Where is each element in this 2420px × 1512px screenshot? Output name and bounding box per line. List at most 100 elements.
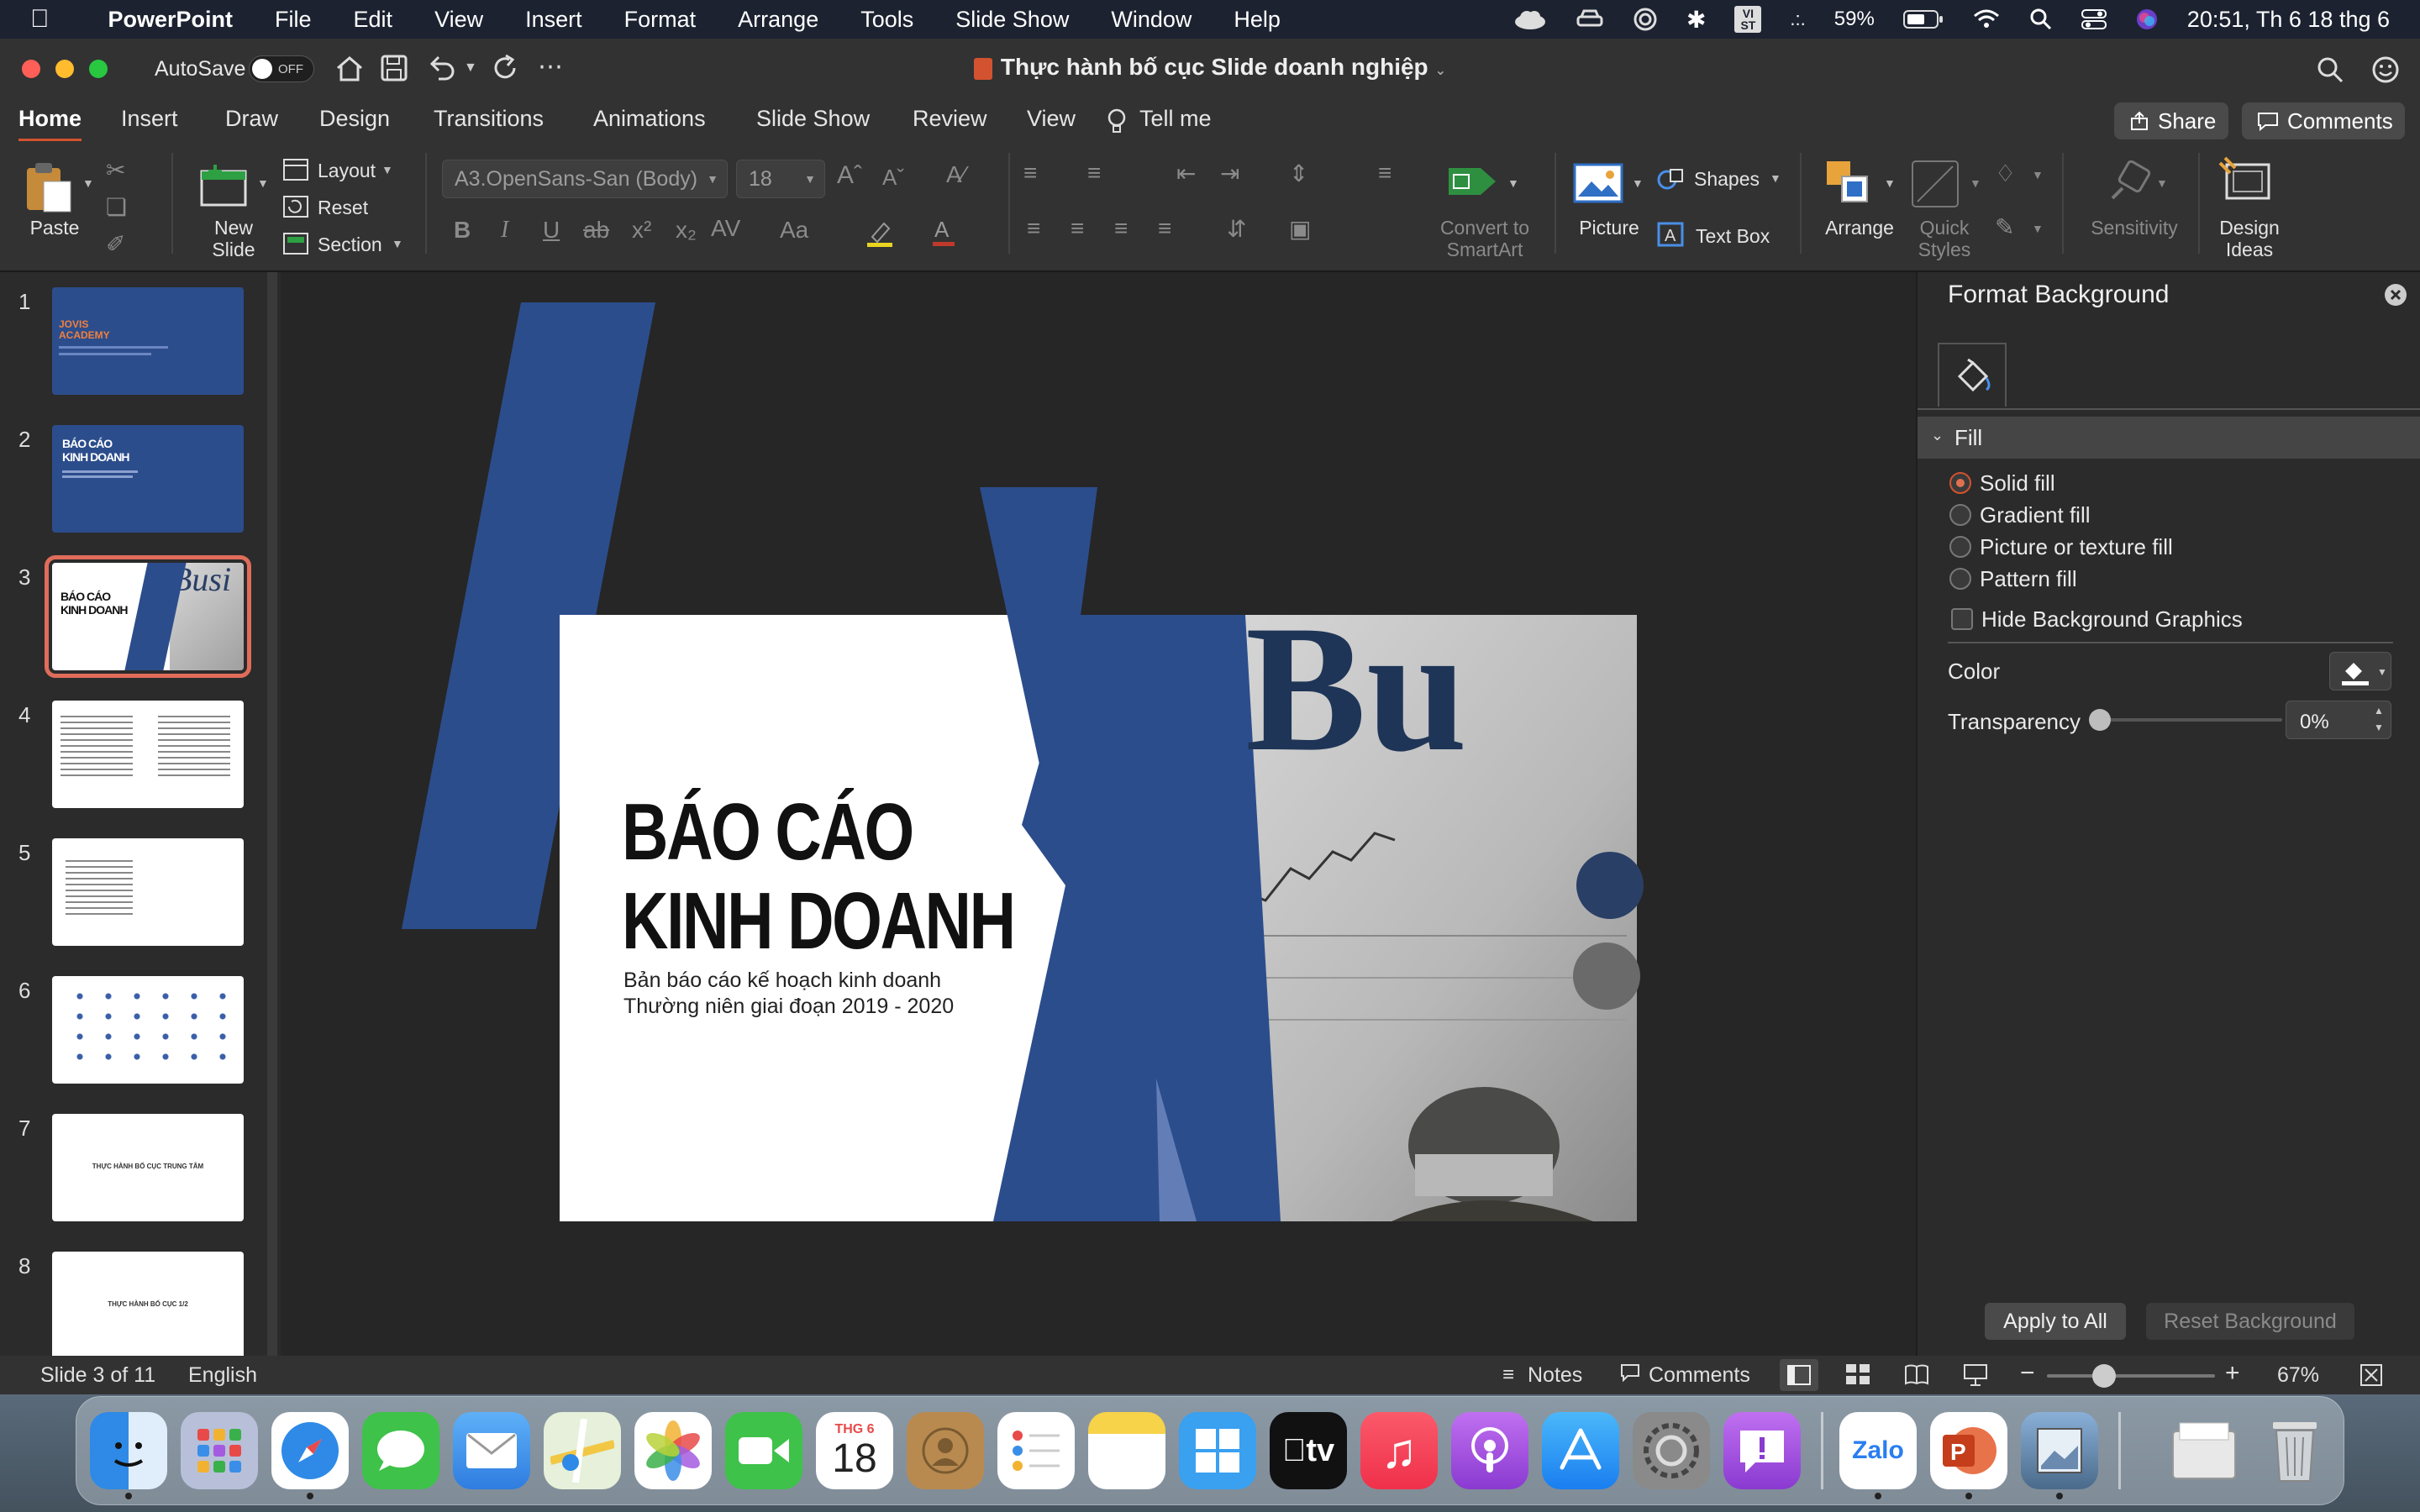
font-size-dropdown[interactable]: 18 ▼ xyxy=(736,160,825,198)
menu-arrange[interactable]: Arrange xyxy=(738,7,818,33)
system-preferences-icon[interactable] xyxy=(1633,1412,1710,1489)
strikethrough-icon[interactable]: ab xyxy=(583,217,609,244)
reset-label[interactable]: Reset xyxy=(318,197,368,218)
convert-smartart-dropdown-icon[interactable]: ▼ xyxy=(1507,176,1519,190)
normal-view-button[interactable] xyxy=(1780,1359,1818,1391)
messages-icon[interactable] xyxy=(362,1412,439,1489)
zoom-level[interactable]: 67% xyxy=(2277,1363,2319,1388)
decrease-indent-icon[interactable]: ⇤ xyxy=(1176,160,1196,187)
transparency-input[interactable]: 0% ▲ ▼ xyxy=(2286,701,2391,739)
character-spacing-icon[interactable]: AV xyxy=(711,215,740,242)
convert-smartart-icon[interactable] xyxy=(1447,160,1501,203)
quick-styles-dropdown-icon[interactable]: ▼ xyxy=(1970,176,1981,190)
quick-styles-icon[interactable] xyxy=(1909,158,1961,210)
reset-background-button[interactable]: Reset Background xyxy=(2146,1303,2354,1340)
format-painter-icon[interactable]: ✐ xyxy=(106,230,125,258)
stepper-down-icon[interactable]: ▼ xyxy=(2374,722,2384,733)
design-ideas-icon[interactable] xyxy=(2218,156,2272,207)
increase-indent-icon[interactable]: ⇥ xyxy=(1220,160,1239,187)
section-label[interactable]: Section xyxy=(318,234,382,255)
comment-icon[interactable] xyxy=(1620,1363,1640,1382)
control-center-icon[interactable] xyxy=(2081,8,2107,30)
bluetooth-icon[interactable]: ✱ xyxy=(1686,6,1706,34)
transparency-slider-knob[interactable] xyxy=(2089,709,2111,731)
gradient-fill-label[interactable]: Gradient fill xyxy=(1980,502,2091,528)
font-color-icon[interactable]: A xyxy=(931,217,956,247)
pattern-fill-radio[interactable] xyxy=(1949,568,1971,590)
tab-draw[interactable]: Draw xyxy=(225,106,278,132)
wifi-icon[interactable] xyxy=(1972,8,2001,30)
mail-icon[interactable] xyxy=(453,1412,530,1489)
tell-me-search[interactable]: Tell me xyxy=(1139,106,1212,132)
menu-format[interactable]: Format xyxy=(624,7,697,33)
maps-icon[interactable] xyxy=(544,1412,621,1489)
share-button[interactable]: Share xyxy=(2114,102,2228,139)
photos-icon[interactable] xyxy=(634,1412,712,1489)
car-icon[interactable] xyxy=(1576,8,1604,30)
solid-fill-radio[interactable] xyxy=(1949,472,1971,494)
notes-button[interactable]: Notes xyxy=(1528,1363,1582,1388)
reset-icon[interactable] xyxy=(282,195,309,218)
network-monitor-icon[interactable]: .:. xyxy=(1790,8,1805,30)
line-spacing-icon[interactable]: ⇕ xyxy=(1289,160,1308,187)
slide-title[interactable]: BÁO CÁO KINH DOANH xyxy=(622,788,1016,966)
text-box-label[interactable]: Text Box xyxy=(1696,225,1770,247)
autosave-toggle[interactable]: OFF xyxy=(249,55,314,82)
section-icon[interactable] xyxy=(282,232,309,255)
columns-icon[interactable]: ≡ xyxy=(1378,160,1392,186)
picture-texture-fill-label[interactable]: Picture or texture fill xyxy=(1980,534,2173,560)
menubar-clock[interactable]: 20:51, Th 6 18 thg 6 xyxy=(2187,7,2390,33)
zoom-out-icon[interactable]: − xyxy=(2020,1359,2035,1388)
thumbnail-slide-3[interactable]: BÁO CÁO KINH DOANH Busi xyxy=(45,555,251,678)
hide-graphics-checkbox[interactable] xyxy=(1951,608,1973,630)
search-icon[interactable] xyxy=(2316,55,2344,84)
close-pane-icon[interactable] xyxy=(2383,282,2408,307)
slide-editing-canvas[interactable]: Busi BÁO CÁO KINH DOANH Bản báo cáo kế ho… xyxy=(282,272,1916,1356)
shapes-icon[interactable] xyxy=(1657,166,1686,192)
finder-icon[interactable] xyxy=(90,1412,167,1489)
comments-status-button[interactable]: Comments xyxy=(1649,1363,1750,1388)
safari-icon[interactable] xyxy=(271,1412,349,1489)
arrange-icon[interactable] xyxy=(1823,158,1874,208)
transparency-slider-track[interactable] xyxy=(2097,718,2282,722)
color-picker-button[interactable]: ▼ xyxy=(2329,652,2391,690)
menu-insert[interactable]: Insert xyxy=(525,7,582,33)
trash-icon[interactable] xyxy=(2256,1412,2333,1489)
new-slide-dropdown-icon[interactable]: ▼ xyxy=(257,176,269,190)
fit-to-window-icon[interactable] xyxy=(2360,1363,2383,1387)
calendar-icon[interactable]: THG 6 18 xyxy=(816,1412,893,1489)
zoom-slider-knob[interactable] xyxy=(2092,1364,2116,1388)
text-direction-icon[interactable]: ⇵ xyxy=(1227,215,1246,243)
highlight-color-icon[interactable] xyxy=(865,218,894,247)
undo-icon[interactable] xyxy=(427,54,457,82)
text-box-icon[interactable]: A xyxy=(1657,222,1684,247)
clear-formatting-icon[interactable]: A⁄ xyxy=(946,161,965,188)
picture-icon[interactable] xyxy=(1573,163,1623,205)
shape-fill-icon[interactable]: ♢ xyxy=(1995,160,2016,187)
thumbnail-scrollbar[interactable] xyxy=(267,272,277,1356)
cut-icon[interactable]: ✂ xyxy=(106,156,125,184)
reminders-icon[interactable] xyxy=(997,1412,1075,1489)
more-commands-icon[interactable]: ⋯ xyxy=(538,52,563,81)
menu-view[interactable]: View xyxy=(434,7,483,33)
slide-subtitle[interactable]: Bản báo cáo kế hoạch kinh doanh Thường ni… xyxy=(623,968,954,1020)
cloud-icon[interactable] xyxy=(1513,8,1547,30)
menu-slide-show[interactable]: Slide Show xyxy=(955,7,1069,33)
slide-show-view-icon[interactable] xyxy=(1963,1363,1988,1387)
app-store-icon[interactable] xyxy=(1542,1412,1619,1489)
feedback-smiley-icon[interactable] xyxy=(2371,55,2400,84)
notes-app-icon[interactable] xyxy=(1088,1412,1165,1489)
menu-edit[interactable]: Edit xyxy=(354,7,393,33)
music-icon[interactable]: ♫ xyxy=(1360,1412,1438,1489)
downloads-stack-icon[interactable] xyxy=(2165,1412,2243,1489)
tab-slide-show[interactable]: Slide Show xyxy=(756,106,870,132)
tab-transitions[interactable]: Transitions xyxy=(434,106,544,132)
stepper-up-icon[interactable]: ▲ xyxy=(2374,705,2384,717)
sensitivity-icon[interactable] xyxy=(2106,158,2153,205)
language-indicator[interactable]: English xyxy=(188,1363,257,1388)
apple-tv-icon[interactable]: tv xyxy=(1270,1412,1347,1489)
fill-tab[interactable] xyxy=(1938,343,2007,407)
hide-graphics-label[interactable]: Hide Background Graphics xyxy=(1981,606,2243,633)
shape-outline-icon[interactable]: ✎ xyxy=(1995,213,2014,241)
thumbnail-slide-5[interactable] xyxy=(52,838,244,946)
